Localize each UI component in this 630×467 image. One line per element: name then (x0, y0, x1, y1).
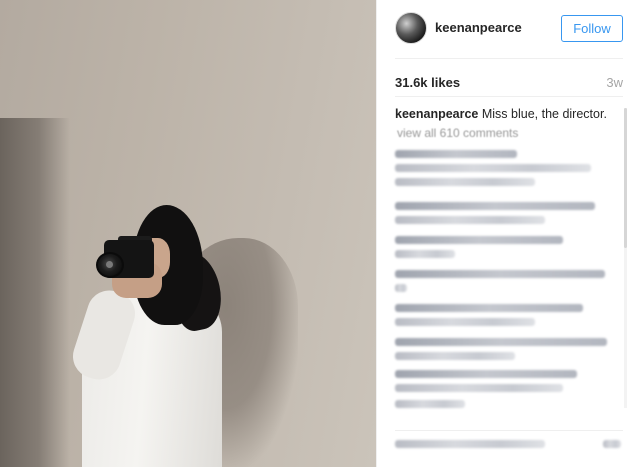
divider (395, 96, 623, 97)
scrollbar-thumb[interactable] (624, 108, 627, 248)
blurred-comment (395, 400, 465, 408)
blurred-comment (395, 284, 407, 292)
blurred-comment (395, 304, 583, 312)
blurred-comment (395, 250, 455, 258)
header-username[interactable]: keenanpearce (435, 20, 522, 35)
post-age[interactable]: 3w (606, 75, 623, 90)
blurred-comment (395, 270, 605, 278)
post-viewer: keenanpearce Follow 31.6k likes 3w keena… (0, 0, 630, 467)
blurred-comment (395, 178, 535, 186)
blurred-comment (395, 236, 563, 244)
blurred-comment (395, 338, 607, 346)
post-details-panel: keenanpearce Follow 31.6k likes 3w keena… (376, 0, 630, 467)
comments-scrollbar[interactable] (624, 108, 627, 408)
caption-username[interactable]: keenanpearce (395, 107, 478, 121)
avatar[interactable] (395, 12, 427, 44)
blurred-comment (395, 384, 563, 392)
blurred-comment (395, 352, 515, 360)
blurred-comment (395, 370, 577, 378)
camera-lens (96, 252, 124, 278)
divider (395, 58, 623, 59)
blurred-comment (395, 318, 535, 326)
view-all-comments-link[interactable]: view all 610 comments (397, 126, 518, 140)
blurred-comment-input[interactable] (395, 440, 545, 448)
blurred-comment (395, 202, 595, 210)
follow-button[interactable]: Follow (561, 15, 623, 42)
blurred-comment (395, 150, 517, 158)
blurred-options-icon[interactable] (603, 440, 621, 448)
post-header: keenanpearce Follow (377, 0, 630, 60)
blurred-comment (395, 164, 591, 172)
divider (395, 430, 623, 431)
wall-shadow (0, 118, 70, 467)
blurred-comment (395, 216, 545, 224)
comment-input-row[interactable] (395, 440, 623, 450)
post-photo[interactable] (0, 0, 376, 467)
post-stats: 31.6k likes 3w (395, 75, 623, 91)
caption-text: Miss blue, the director. (478, 107, 607, 121)
caption: keenanpearce Miss blue, the director. (395, 106, 621, 122)
likes-count[interactable]: 31.6k likes (395, 75, 460, 90)
comments-list (395, 148, 623, 418)
